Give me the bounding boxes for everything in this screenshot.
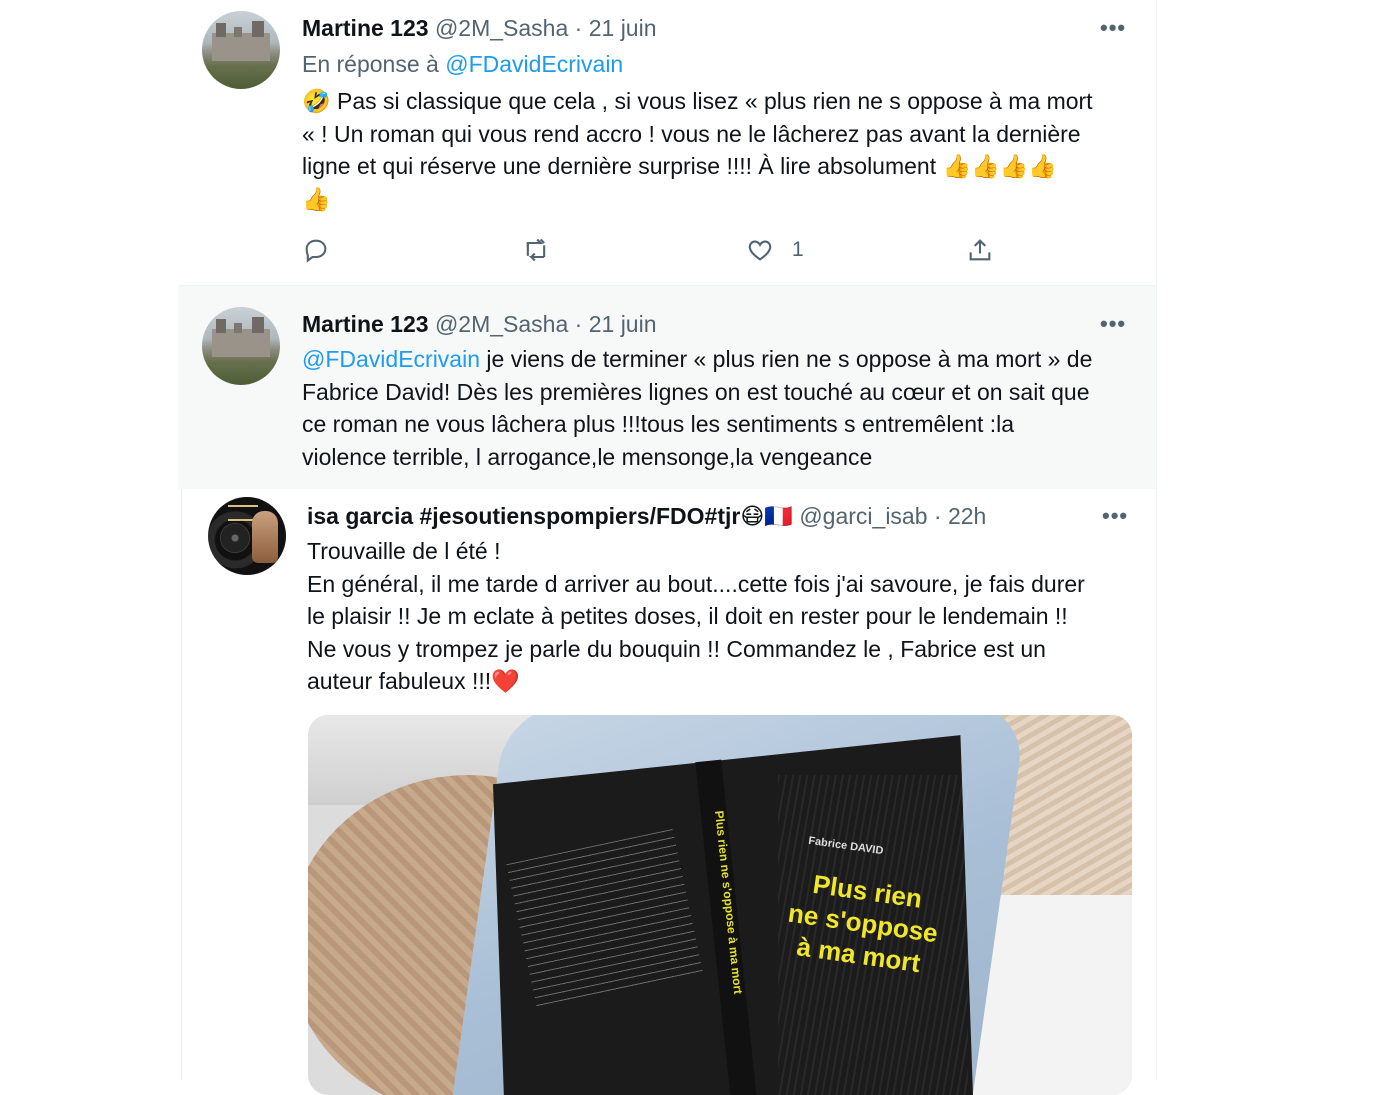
avatar-face [252, 511, 278, 563]
heart-icon [748, 240, 772, 261]
tweet-time[interactable]: 22h [948, 503, 986, 529]
separator-dot: · [574, 15, 583, 41]
tweet-text: @FDavidEcrivain je viens de terminer « p… [302, 343, 1092, 473]
share-icon [969, 239, 991, 261]
replying-to: En réponse à @FDavidEcrivain [302, 50, 623, 78]
tweet-text-line: ce roman ne vous lâchera plus !!!tous le… [302, 411, 1015, 437]
replying-prefix: En réponse à [302, 51, 446, 77]
more-options-icon[interactable]: ••• [1100, 313, 1126, 335]
tweet-time[interactable]: 21 juin [589, 15, 657, 41]
tweet-text: Trouvaille de l été ! En général, il me … [307, 535, 1085, 698]
tweet-header: isa garcia #jesoutienspompiers/FDO#tjr😷🇫… [307, 502, 986, 530]
avatar[interactable] [202, 307, 280, 385]
author-handle[interactable]: @2M_Sasha [435, 311, 568, 337]
more-options-icon[interactable]: ••• [1102, 505, 1128, 527]
retweet-button[interactable] [522, 234, 550, 266]
tweet-photo[interactable]: Plus rien ne s'oppose à ma mort Fabrice … [308, 715, 1132, 1095]
like-button[interactable]: 1 [746, 234, 804, 266]
reply-button[interactable] [302, 234, 330, 266]
author-name[interactable]: Martine 123 [302, 311, 429, 337]
avatar-disc [220, 523, 250, 553]
tweet-text-line: 👍 [302, 185, 331, 212]
tweet-header: Martine 123 @2M_Sasha · 21 juin [302, 310, 657, 338]
share-button[interactable] [966, 234, 994, 266]
tweet-text-line: violence terrible, l arrogance,le menson… [302, 443, 873, 470]
tweet[interactable]: isa garcia #jesoutienspompiers/FDO#tjr😷🇫… [181, 489, 1156, 1095]
author-handle[interactable]: @garci_isab [799, 503, 927, 529]
avatar-building [212, 329, 270, 357]
tweet-text-line: En général, il me tarde d arriver au bou… [307, 570, 1085, 597]
tweet-text-line: Trouvaille de l été ! [307, 538, 501, 564]
tweet-text-line: le plaisir !! Je m eclate à petites dose… [307, 603, 1068, 629]
avatar-tower [216, 319, 226, 333]
tweet-text: 🤣 Pas si classique que cela , si vous li… [302, 85, 1093, 215]
tweet-text-line: Ne vous y trompez je parle du bouquin !!… [307, 635, 1046, 662]
reply-icon [305, 239, 327, 263]
retweet-icon [526, 238, 546, 262]
avatar-tower [252, 21, 264, 37]
author-name[interactable]: Martine 123 [302, 15, 429, 41]
replying-handle-link[interactable]: @FDavidEcrivain [445, 51, 623, 77]
tweet[interactable]: Martine 123 @2M_Sasha · 21 juin ••• @FDa… [178, 286, 1156, 489]
separator-dot: · [933, 503, 942, 529]
tweet-text-line: ligne et qui réserve une dernière surpri… [302, 153, 1058, 179]
author-name[interactable]: isa garcia #jesoutienspompiers/FDO#tjr😷🇫… [307, 503, 793, 529]
avatar[interactable] [208, 497, 286, 575]
tweet-text-line: auteur fabuleux !!!❤️ [307, 668, 520, 694]
tweet-text-line: @FDavidEcrivain je viens de terminer « p… [302, 343, 1092, 376]
avatar-building [212, 33, 270, 61]
like-count: 1 [792, 238, 804, 261]
tweet[interactable]: Martine 123 @2M_Sasha · 21 juin ••• En r… [178, 0, 1156, 286]
author-handle[interactable]: @2M_Sasha [435, 15, 568, 41]
timeline: Martine 123 @2M_Sasha · 21 juin ••• En r… [178, 0, 1157, 1095]
more-options-icon[interactable]: ••• [1100, 17, 1126, 39]
tweet-text-line: Fabrice David! Dès les premières lignes … [302, 378, 1090, 405]
avatar-tower [234, 323, 242, 333]
avatar-tower [234, 27, 242, 37]
avatar-tower [216, 23, 226, 37]
avatar[interactable] [202, 11, 280, 89]
tweet-header: Martine 123 @2M_Sasha · 21 juin [302, 14, 657, 42]
avatar-tower [252, 317, 264, 333]
tweet-text-segment: je viens de terminer « plus rien ne s op… [480, 346, 1093, 372]
tweet-time[interactable]: 21 juin [589, 311, 657, 337]
separator-dot: · [574, 311, 583, 337]
tweet-text-line: « ! Un roman qui vous rend accro ! vous … [302, 120, 1081, 147]
mention-link[interactable]: @FDavidEcrivain [302, 346, 480, 372]
tweet-text-line: 🤣 Pas si classique que cela , si vous li… [302, 88, 1093, 114]
